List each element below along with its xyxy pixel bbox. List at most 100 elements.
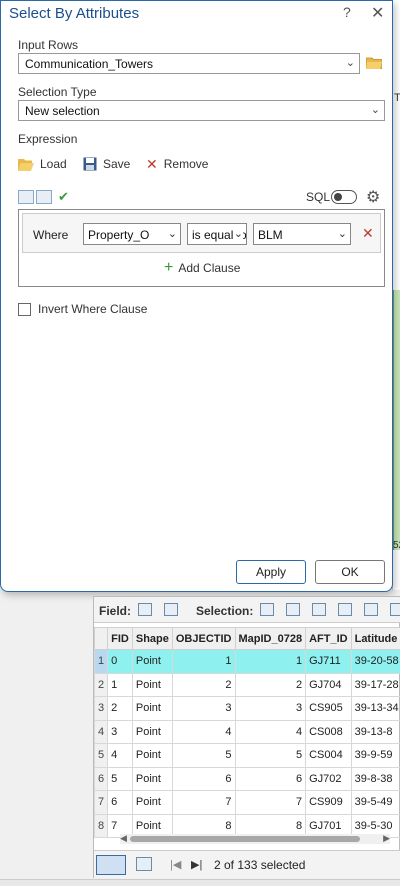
switch-selection-icon[interactable] [312,603,326,616]
row-number[interactable]: 8 [94,813,109,838]
cell-latitude[interactable]: 39-13-8 [350,719,400,744]
cell-objectid[interactable]: 3 [171,696,236,721]
cell-objectid[interactable]: 4 [171,719,236,744]
row-number[interactable]: 1 [94,649,109,674]
column-header-shape[interactable]: Shape [131,627,173,650]
save-button[interactable]: Save [83,155,130,173]
scroll-left-icon[interactable]: ◀ [120,833,127,844]
remove-button[interactable]: ✕ Remove [146,155,208,173]
cell-objectid[interactable]: 7 [171,790,236,815]
cell-fid[interactable]: 0 [107,649,133,674]
row-number[interactable]: 3 [94,696,109,721]
cell-shape[interactable]: Point [131,790,173,815]
operator-select[interactable]: is equal to ⌄ [187,223,247,245]
cell-fid[interactable]: 1 [107,672,133,697]
dialog-title-bar[interactable]: Select By Attributes ? ✕ [1,1,392,27]
cell-mapid[interactable]: 2 [234,672,307,697]
cell-shape[interactable]: Point [131,672,173,697]
cell-fid[interactable]: 5 [107,766,133,791]
select-by-attributes-icon[interactable] [260,603,274,616]
map-view[interactable]: Ta 52 [392,0,400,590]
cell-mapid[interactable]: 7 [234,790,307,815]
cell-aft-id[interactable]: CS008 [305,719,352,744]
clear-selection-icon[interactable] [364,603,378,616]
cell-mapid[interactable]: 6 [234,766,307,791]
gear-icon[interactable]: ⚙ [366,187,380,207]
cell-aft-id[interactable]: CS905 [305,696,352,721]
invert-checkbox[interactable] [18,302,31,316]
row-number[interactable]: 7 [94,790,109,815]
load-button[interactable]: Load [18,155,67,173]
scrollbar-thumb[interactable] [130,836,360,842]
indent-left-icon[interactable] [18,190,34,204]
cell-aft-id[interactable]: GJ702 [305,766,352,791]
indent-right-icon[interactable] [36,190,52,204]
cell-aft-id[interactable]: GJ704 [305,672,352,697]
field-select[interactable]: Property_O ⌄ [83,223,181,245]
cell-objectid[interactable]: 2 [171,672,236,697]
cell-objectid[interactable]: 6 [171,766,236,791]
table-row[interactable]: 4 3 Point 4 4 CS008 39-13-8 [94,719,400,744]
cell-shape[interactable]: Point [131,719,173,744]
row-number[interactable]: 2 [94,672,109,697]
table-row[interactable]: 5 4 Point 5 5 CS004 39-9-59 [94,743,400,768]
row-number[interactable]: 5 [94,743,109,768]
column-header-corner[interactable] [94,627,109,650]
value-select[interactable]: BLM ⌄ [253,223,351,245]
cell-fid[interactable]: 3 [107,719,133,744]
close-button[interactable]: ✕ [371,3,384,23]
scroll-right-icon[interactable]: ▶ [383,833,390,844]
cell-aft-id[interactable]: CS004 [305,743,352,768]
cell-latitude[interactable]: 39-9-59 [350,743,400,768]
row-number[interactable]: 6 [94,766,109,791]
table-row[interactable]: 1 0 Point 1 1 GJ711 39-20-58 [94,649,400,674]
horizontal-scrollbar[interactable]: ◀ ▶ [120,833,390,844]
previous-selected-icon[interactable]: |◀ [170,858,181,871]
cell-fid[interactable]: 2 [107,696,133,721]
cell-latitude[interactable]: 39-5-49 [350,790,400,815]
selection-type-select[interactable]: New selection ⌄ [18,100,385,121]
cell-mapid[interactable]: 5 [234,743,307,768]
table-row[interactable]: 6 5 Point 6 6 GJ702 39-8-38 [94,766,400,791]
cell-mapid[interactable]: 4 [234,719,307,744]
delete-selected-icon[interactable] [390,603,400,616]
column-header-mapid[interactable]: MapID_0728 [234,627,307,650]
help-button[interactable]: ? [343,4,351,20]
cell-mapid[interactable]: 1 [234,649,307,674]
column-header-fid[interactable]: FID [107,627,133,650]
calculate-field-icon[interactable] [164,603,178,616]
cell-shape[interactable]: Point [131,743,173,768]
cell-fid[interactable]: 4 [107,743,133,768]
table-row[interactable]: 2 1 Point 2 2 GJ704 39-17-28 [94,672,400,697]
row-number[interactable]: 4 [94,719,109,744]
input-rows-select[interactable]: Communication_Towers ⌄ [18,53,360,74]
apply-button[interactable]: Apply [236,560,306,584]
cell-shape[interactable]: Point [131,649,173,674]
cell-shape[interactable]: Point [131,696,173,721]
add-clause-button[interactable]: + Add Clause [164,260,240,276]
verify-check-icon[interactable]: ✔ [58,189,69,205]
add-field-icon[interactable] [138,603,152,616]
cell-fid[interactable]: 6 [107,790,133,815]
table-row[interactable]: 7 6 Point 7 7 CS909 39-5-49 [94,790,400,815]
cell-aft-id[interactable]: GJ711 [305,649,352,674]
next-selected-icon[interactable]: ▶| [191,858,202,871]
table-row[interactable]: 3 2 Point 3 3 CS905 39-13-34 [94,696,400,721]
ok-button[interactable]: OK [315,560,385,584]
show-selected-records-icon[interactable] [136,857,152,871]
invert-where-clause[interactable]: Invert Where Clause [18,302,147,316]
folder-icon[interactable] [366,56,382,69]
show-all-records-icon[interactable] [96,855,126,875]
column-header-objectid[interactable]: OBJECTID [171,627,236,650]
cell-latitude[interactable]: 39-13-34 [350,696,400,721]
select-all-icon[interactable] [338,603,352,616]
cell-latitude[interactable]: 39-20-58 [350,649,400,674]
zoom-to-selection-icon[interactable] [286,603,300,616]
cell-latitude[interactable]: 39-8-38 [350,766,400,791]
cell-objectid[interactable]: 5 [171,743,236,768]
column-header-latitude[interactable]: Latitude [350,627,400,650]
sql-toggle[interactable] [331,190,357,204]
cell-shape[interactable]: Point [131,766,173,791]
cell-mapid[interactable]: 3 [234,696,307,721]
delete-clause-icon[interactable]: ✕ [362,225,374,242]
